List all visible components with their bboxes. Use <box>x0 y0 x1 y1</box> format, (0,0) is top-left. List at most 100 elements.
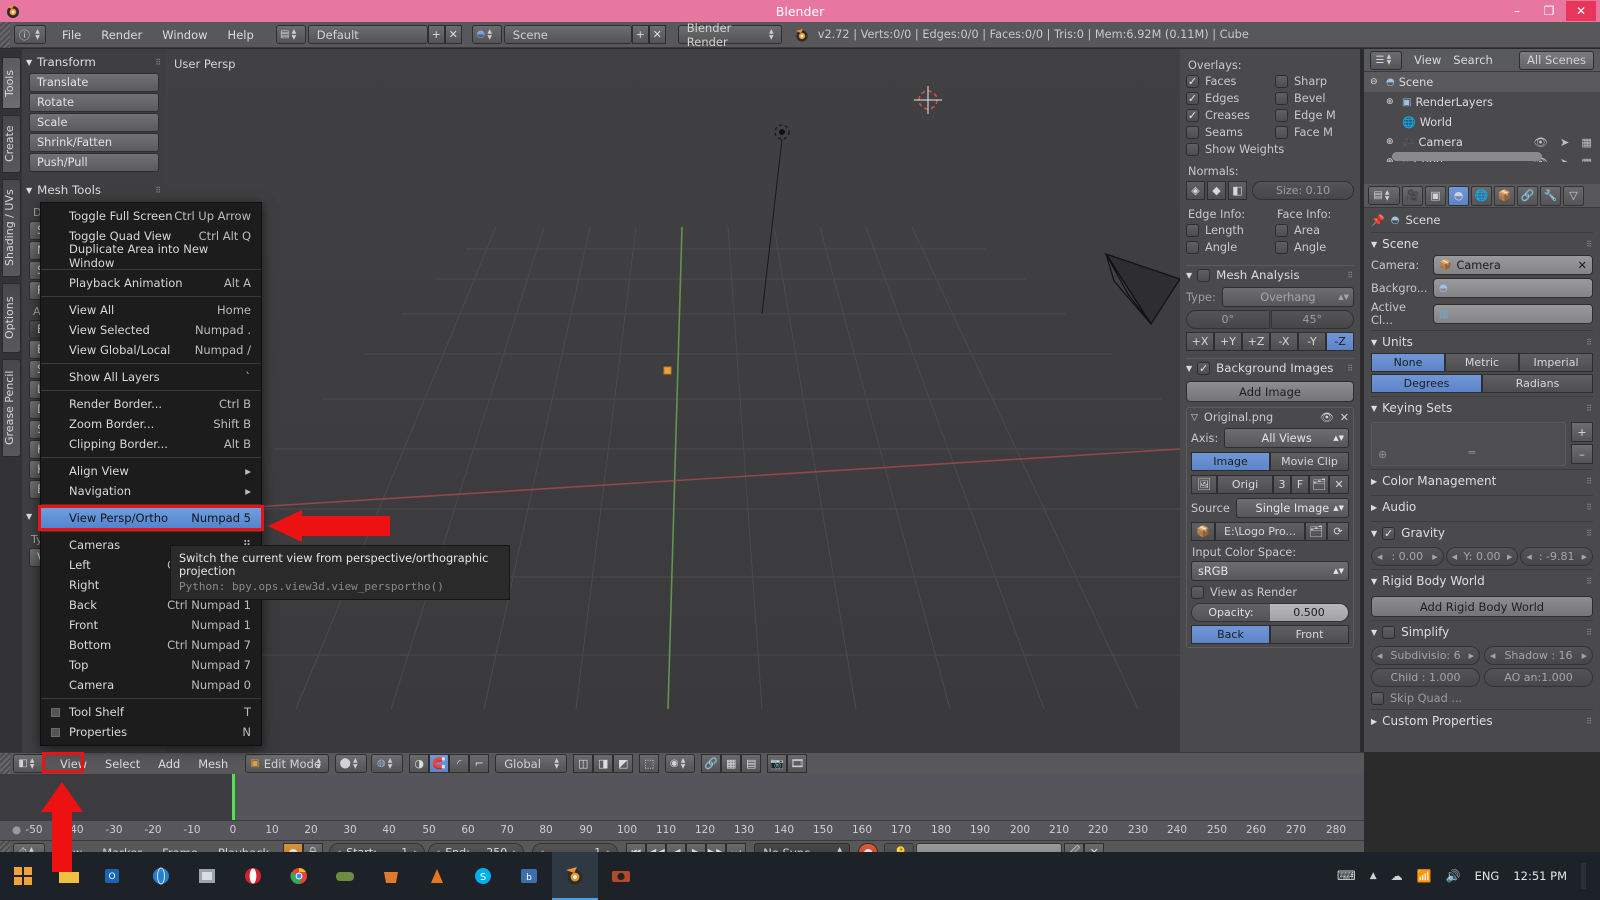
keyboard-icon[interactable]: ⌨ <box>1337 869 1356 884</box>
onedrive-icon[interactable]: ☁ <box>1391 869 1403 883</box>
overlay-show-weights[interactable]: Show Weights <box>1186 143 1354 156</box>
close-icon[interactable]: ✕ <box>1340 411 1349 424</box>
custom-properties-header[interactable]: ▶ Custom Properties ⠿ <box>1371 709 1593 732</box>
toolshelf-tab-create[interactable]: Create <box>2 115 21 173</box>
unit-imperial[interactable]: Imperial <box>1519 353 1593 372</box>
xray-icon[interactable]: ◩ <box>613 754 634 773</box>
colorspace-select[interactable]: sRGB ▲▼ <box>1191 561 1349 581</box>
outlook-icon[interactable]: O <box>92 852 138 900</box>
screen-layout-icon-button[interactable]: ▤ ▲ ▼ <box>275 25 306 44</box>
gravity-header[interactable]: ▼ Gravity ⠿ <box>1371 521 1593 544</box>
cursor-icon[interactable]: ➤ <box>1560 136 1569 149</box>
checkbox-icon[interactable] <box>1275 126 1288 139</box>
menu-file[interactable]: File <box>52 28 91 42</box>
tool-scale[interactable]: Scale <box>29 113 159 132</box>
delete-screen-layout-button[interactable]: ✕ <box>444 25 462 44</box>
tab-constraints[interactable]: 🔗 <box>1517 185 1538 206</box>
render-camera-icon[interactable]: 📷 <box>767 754 788 773</box>
view3d-menu-add[interactable]: Add <box>149 757 189 771</box>
checkbox-icon[interactable] <box>1371 692 1384 705</box>
tool-shrink-fatten[interactable]: Shrink/Fatten <box>29 133 159 152</box>
view3d-menu-view[interactable]: View <box>51 757 96 771</box>
menu-item-properties[interactable]: Properties N <box>41 722 261 742</box>
remove-keying-set-button[interactable]: – <box>1571 444 1593 464</box>
add-keying-set-button[interactable]: + <box>1571 422 1593 442</box>
axis-select[interactable]: All Views ▲▼ <box>1224 428 1349 448</box>
add-image-button[interactable]: Add Image <box>1186 381 1354 402</box>
image-new-icon[interactable]: 🗂 <box>1309 475 1329 494</box>
grid-icon[interactable]: ▦ <box>721 754 742 773</box>
outliner-row-world[interactable]: 🌐 World <box>1364 112 1600 132</box>
timeline-playhead[interactable] <box>232 774 235 820</box>
toolshelf-tab-options[interactable]: Options <box>2 283 21 353</box>
view3d-menu-mesh[interactable]: Mesh <box>189 757 237 771</box>
checkbox-icon[interactable] <box>1186 75 1199 88</box>
tab-data[interactable]: ▽ <box>1563 185 1584 206</box>
mesh-analysis-type-select[interactable]: Overhang ▲▼ <box>1221 287 1354 307</box>
image-unlink-icon[interactable]: ✕ <box>1329 475 1349 494</box>
image-fake-user[interactable]: F <box>1291 475 1309 494</box>
image-name-field[interactable]: Origi <box>1217 475 1273 494</box>
overlay-seams[interactable]: Seams <box>1186 126 1265 139</box>
audio-header[interactable]: ▶ Audio ⠿ <box>1371 495 1593 518</box>
filepath-field[interactable]: E:\Logo Pro... <box>1215 522 1305 541</box>
volume-icon[interactable]: 🔊 <box>1446 869 1461 883</box>
simplify-subdivision[interactable]: ◀ Subdivisio: 6 ▶ <box>1371 646 1480 665</box>
menu-item-tool-shelf[interactable]: Tool Shelf T <box>41 702 261 722</box>
tool-translate[interactable]: Translate <box>29 73 159 92</box>
overlay-faces[interactable]: Faces <box>1186 75 1265 88</box>
menu-render[interactable]: Render <box>91 28 152 42</box>
skype-icon[interactable]: S <box>460 852 506 900</box>
delete-scene-button[interactable]: ✕ <box>648 25 666 44</box>
shopping-icon[interactable] <box>368 852 414 900</box>
outliner-horizontal-scrollbar[interactable] <box>1392 152 1542 161</box>
overlay-sharp[interactable]: Sharp <box>1275 75 1354 88</box>
simplify-skip-quad-row[interactable]: Skip Quad ... <box>1371 692 1593 705</box>
screen-layout-name[interactable]: Default <box>307 25 428 44</box>
checkbox-icon[interactable] <box>1186 92 1199 105</box>
view-dropdown-menu[interactable]: Toggle Full Screen Ctrl Up Arrow Toggle Q… <box>38 202 264 746</box>
browser-icon[interactable] <box>138 852 184 900</box>
add-small-icon[interactable]: ⊕ <box>1378 448 1387 461</box>
menu-item-front[interactable]: Front Numpad 1 <box>41 615 261 635</box>
background-field[interactable]: ◓ <box>1433 278 1593 298</box>
mesh-analysis-max-angle[interactable]: 45° <box>1270 310 1354 329</box>
timeline-track-area[interactable] <box>0 774 1364 820</box>
pivot-point-selector[interactable]: ◍ ▲ ▼ <box>371 754 404 773</box>
overlay-bevel[interactable]: Bevel <box>1275 92 1354 105</box>
simplify-header[interactable]: ▼ Simplify ⠿ <box>1371 620 1593 643</box>
game-icon[interactable] <box>322 852 368 900</box>
uv-sync-selector[interactable]: ◉ ▲ ▼ <box>665 754 696 773</box>
cursor-icon[interactable]: ➤ <box>1560 156 1569 163</box>
tab-object[interactable]: 📦 <box>1494 185 1515 206</box>
normals-size-field[interactable]: Size: 0.10 <box>1252 181 1354 200</box>
simplify-checkbox[interactable] <box>1382 625 1396 639</box>
show-desktop-button[interactable] <box>1581 863 1586 889</box>
layers-icon[interactable]: ▤ <box>741 754 762 773</box>
normals-vertex-icon[interactable]: ◈ <box>1186 181 1205 200</box>
checkbox-icon[interactable] <box>1275 92 1288 105</box>
occlude-geometry-icon[interactable]: ◨ <box>593 754 614 773</box>
tab-scene[interactable]: ◓ <box>1448 185 1469 206</box>
editor-type-selector[interactable]: ⓘ ▲ ▼ <box>14 25 46 44</box>
axis-plus-z[interactable]: +Z <box>1242 332 1270 351</box>
keying-sets-section-header[interactable]: ▼ Keying Sets ⠿ <box>1371 396 1593 419</box>
tool-push-pull[interactable]: Push/Pull <box>29 153 159 172</box>
unit-metric[interactable]: Metric <box>1445 353 1519 372</box>
overlay-creases[interactable]: Creases <box>1186 109 1265 122</box>
opera-icon[interactable] <box>230 852 276 900</box>
scene-icon-button[interactable]: ◓ ▲ ▼ <box>471 25 502 44</box>
view-as-render-row[interactable]: View as Render <box>1191 586 1349 599</box>
axis-minus-z[interactable]: -Z <box>1326 332 1354 351</box>
outliner-row-scene[interactable]: ⊖ ◓ Scene <box>1364 72 1600 92</box>
checkbox-icon[interactable] <box>1186 126 1199 139</box>
link-icon[interactable]: 🔗 <box>701 754 722 773</box>
edge-info-length[interactable]: Length <box>1186 224 1265 237</box>
checkbox-icon[interactable] <box>1191 586 1204 599</box>
menu-item-view-selected[interactable]: View Selected Numpad . <box>41 320 261 340</box>
toolshelf-tab-grease-pencil[interactable]: Grease Pencil <box>2 359 21 457</box>
axis-minus-y[interactable]: -Y <box>1298 332 1326 351</box>
background-images-checkbox[interactable] <box>1197 361 1211 375</box>
scene-name-field[interactable]: Scene <box>503 25 632 44</box>
depth-front[interactable]: Front <box>1270 625 1349 644</box>
